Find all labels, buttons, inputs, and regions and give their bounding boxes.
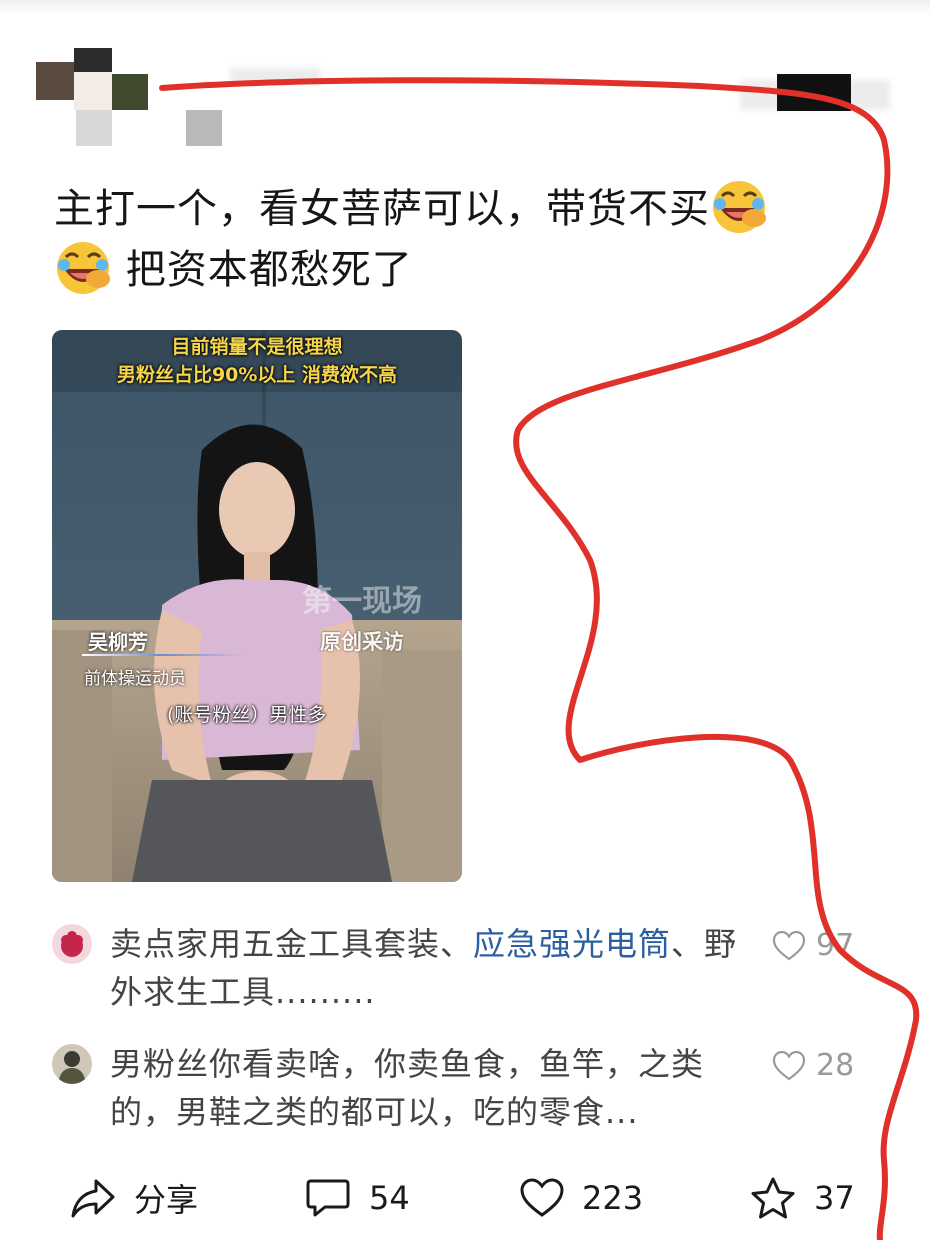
redacted-box [777, 74, 851, 111]
post-line-1: 主打一个，看女菩萨可以，带货不买 [54, 186, 710, 232]
comment-item[interactable]: 卖点家用五金工具套装、应急强光电筒、野外求生工具......... 97 [52, 920, 872, 1020]
video-caption-top-2: 男粉丝占比90%以上 消费欲不高 [116, 364, 398, 386]
comment-like-count: 28 [816, 1048, 855, 1083]
video-caption-top-1: 目前销量不是很理想 [171, 336, 343, 358]
like-button[interactable]: 223 [520, 1168, 643, 1228]
video-tag: 原创采访 [320, 630, 404, 654]
heart-icon [772, 1050, 806, 1080]
comment-text: 男粉丝你看卖啥，你卖鱼食，鱼竿，之类的，男鞋之类的都可以，吃的零食... [110, 1045, 705, 1131]
rofl-emoji-icon-2 [54, 239, 112, 297]
favorite-button[interactable]: 37 [750, 1168, 855, 1228]
like-count: 223 [582, 1179, 644, 1217]
video-watermark: 第一现场 [302, 584, 422, 619]
comment-item[interactable]: 男粉丝你看卖啥，你卖鱼食，鱼竿，之类的，男鞋之类的都可以，吃的零食... 28 [52, 1040, 872, 1140]
share-button[interactable]: 分享 [70, 1168, 198, 1228]
favorite-count: 37 [814, 1179, 855, 1217]
comment-count: 54 [369, 1179, 410, 1217]
comment-like-button[interactable]: 97 [772, 928, 854, 963]
comment-text-part: 卖点家用五金工具套装、 [110, 925, 474, 963]
star-icon [751, 1177, 795, 1219]
comment-icon [306, 1179, 350, 1217]
video-name-underline [82, 654, 242, 656]
commenter-avatar[interactable] [52, 924, 92, 964]
heart-icon [520, 1178, 564, 1217]
comment-like-count: 97 [816, 928, 855, 963]
comment-text: 卖点家用五金工具套装、应急强光电筒、野外求生工具......... [110, 920, 750, 1016]
comment-button[interactable]: 54 [305, 1168, 410, 1228]
author-name-blur [230, 68, 320, 84]
post-line-2: 把资本都愁死了 [125, 247, 413, 293]
comment-like-button[interactable]: 28 [772, 1048, 854, 1083]
post-content: 主打一个，看女菩萨可以，带货不买 把资本都愁死了 [54, 178, 854, 300]
action-bar: 分享 54 223 37 [0, 1168, 930, 1228]
video-person-name: 吴柳芳 [88, 630, 148, 654]
heart-icon [772, 930, 806, 960]
share-label: 分享 [134, 1181, 199, 1219]
video-subtitle: (账号粉丝）男性多 [167, 704, 327, 726]
share-icon [71, 1179, 115, 1218]
status-strip [0, 0, 930, 14]
product-link[interactable]: 应急强光电筒 [473, 925, 671, 963]
video-person-title: 前体操运动员 [84, 669, 186, 689]
commenter-avatar[interactable] [52, 1044, 92, 1084]
video-thumbnail[interactable]: 目前销量不是很理想 男粉丝占比90%以上 消费欲不高 第一现场 原创采访 吴柳芳… [52, 330, 462, 882]
rofl-emoji-icon [710, 178, 768, 236]
